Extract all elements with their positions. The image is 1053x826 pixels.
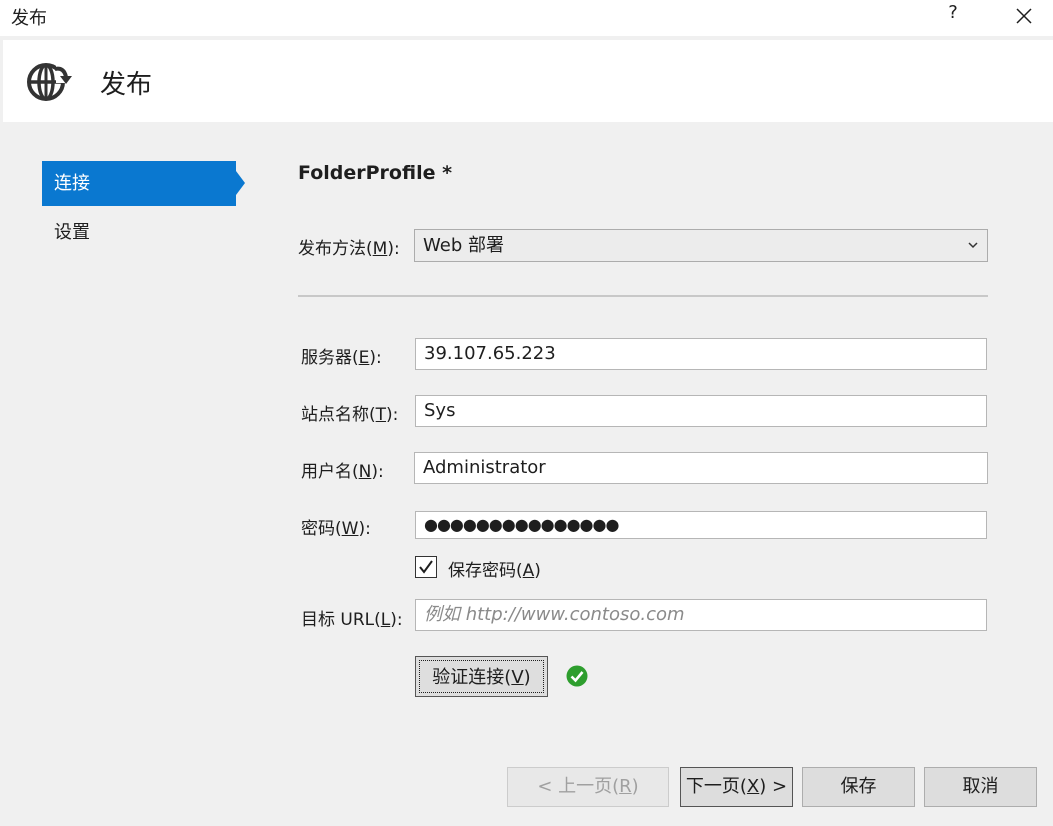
profile-title: FolderProfile * <box>298 162 453 184</box>
page-title: 发布 <box>100 70 153 100</box>
label-end: ): <box>386 405 399 425</box>
mnemonic: W <box>341 519 359 539</box>
label-text: 密码( <box>301 519 342 539</box>
label-end: ): <box>371 462 384 482</box>
label-end: ) <box>534 561 541 581</box>
mnemonic: M <box>372 239 388 259</box>
mnemonic: T <box>375 405 387 425</box>
button-text-end: ) > <box>759 776 788 797</box>
publish-dialog: 发布 ? 发布 连接 设置 FolderProfile * 发布方法(M): W… <box>0 0 1053 826</box>
publish-method-value: Web 部署 <box>423 235 504 256</box>
button-text: < 上一页( <box>537 776 620 797</box>
title-bar: 发布 ? <box>0 0 1053 36</box>
window-title: 发布 <box>11 8 47 29</box>
dialog-header: 发布 <box>3 40 1053 122</box>
save-password-checkbox[interactable] <box>415 556 437 578</box>
focus-ring: 验证连接(V) <box>419 660 544 693</box>
chevron-down-icon <box>968 242 978 249</box>
button-text: 下一页( <box>685 776 747 797</box>
mnemonic: A <box>522 561 535 581</box>
label-text: 用户名( <box>301 462 359 482</box>
validate-connection-button[interactable]: 验证连接(V) <box>415 656 548 697</box>
help-button[interactable]: ? <box>940 2 966 30</box>
previous-button[interactable]: < 上一页(R) <box>507 767 669 807</box>
label-text: 站点名称( <box>301 405 376 425</box>
next-button[interactable]: 下一页(X) > <box>680 767 793 807</box>
target-url-placeholder: 例如 http://www.contoso.com <box>424 604 685 625</box>
label-text: 发布方法( <box>298 239 373 259</box>
publish-method-select[interactable]: Web 部署 <box>414 229 988 262</box>
username-input[interactable]: Administrator <box>414 452 988 484</box>
cancel-button[interactable]: 取消 <box>924 767 1037 807</box>
password-label: 密码(W): <box>301 514 371 539</box>
target-url-input[interactable]: 例如 http://www.contoso.com <box>415 599 987 631</box>
mnemonic: R <box>619 776 632 797</box>
site-name-input[interactable]: Sys <box>415 395 987 427</box>
mnemonic: X <box>746 776 760 797</box>
label-end: ): <box>390 610 403 630</box>
checkmark-icon <box>419 560 433 574</box>
target-url-label: 目标 URL(L): <box>301 605 403 630</box>
site-name-label: 站点名称(T): <box>301 400 398 425</box>
password-input[interactable]: ●●●●●●●●●●●●●●● <box>415 511 987 539</box>
username-label: 用户名(N): <box>301 457 384 482</box>
server-label: 服务器(E): <box>301 343 382 368</box>
button-text: 验证连接( <box>432 667 512 688</box>
label-end: ): <box>387 239 400 259</box>
close-icon <box>1016 8 1032 24</box>
mnemonic: V <box>511 667 524 688</box>
mnemonic: L <box>380 610 391 630</box>
save-password-label[interactable]: 保存密码(A) <box>448 556 541 581</box>
publish-method-label: 发布方法(M): <box>298 234 400 259</box>
button-text-end: ) <box>523 667 531 688</box>
button-text-end: ) <box>631 776 639 797</box>
save-button[interactable]: 保存 <box>802 767 915 807</box>
globe-publish-icon <box>27 61 72 101</box>
server-input[interactable]: 39.107.65.223 <box>415 338 987 370</box>
section-divider <box>298 295 988 297</box>
label-end: ): <box>358 519 371 539</box>
mnemonic: E <box>358 348 370 368</box>
label-text: 目标 URL( <box>301 610 381 630</box>
mnemonic: N <box>358 462 372 482</box>
success-check-icon <box>566 665 588 687</box>
close-button[interactable] <box>1008 0 1040 32</box>
label-text: 服务器( <box>301 348 359 368</box>
sidebar-item-settings[interactable]: 设置 <box>42 210 236 255</box>
label-text: 保存密码( <box>448 561 523 581</box>
sidebar-item-connection[interactable]: 连接 <box>42 161 236 206</box>
label-end: ): <box>369 348 382 368</box>
selection-arrow-icon <box>236 171 245 195</box>
